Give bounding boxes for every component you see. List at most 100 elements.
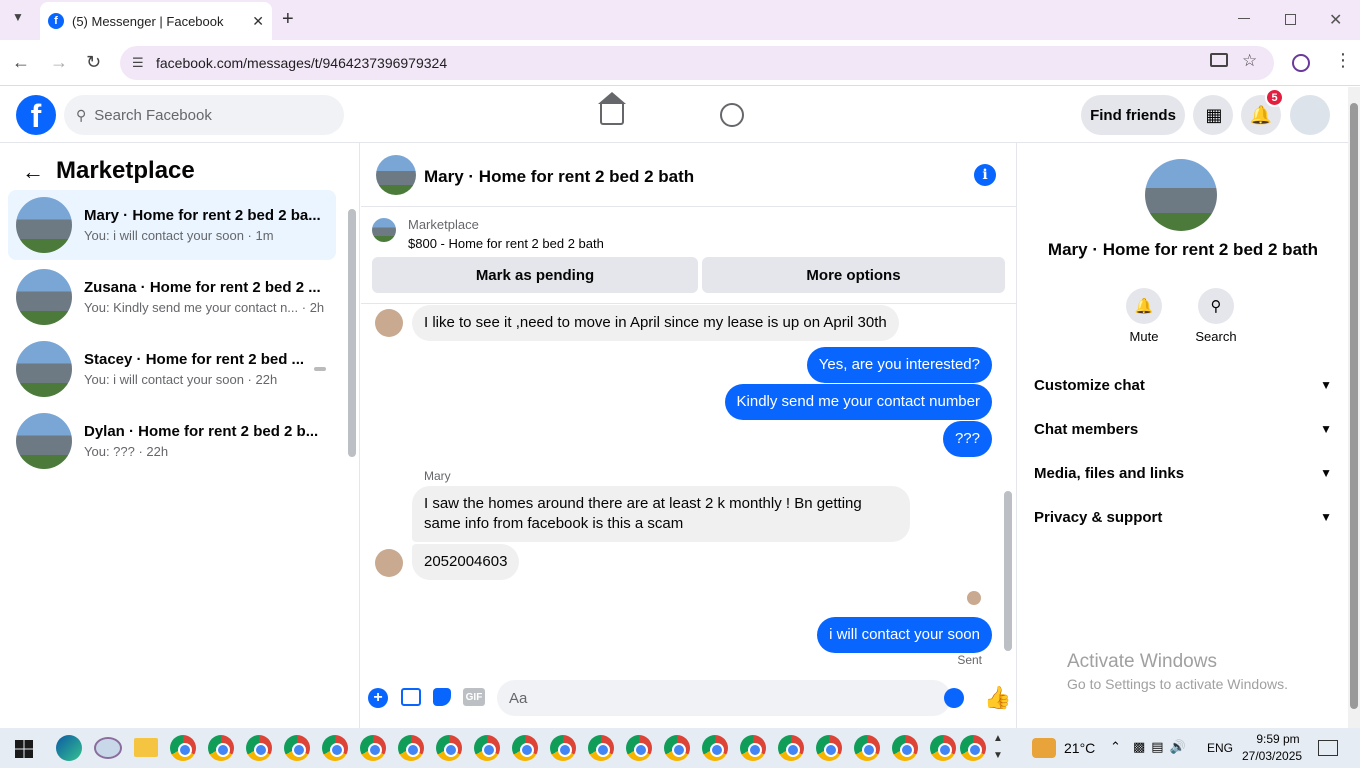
install-app-icon[interactable] [1210, 53, 1228, 67]
account-avatar[interactable] [1290, 95, 1330, 135]
chrome-icon[interactable] [626, 735, 652, 761]
sticker-icon[interactable] [433, 688, 451, 706]
language-indicator[interactable]: ENG [1207, 741, 1233, 755]
conversation-item[interactable]: Zusana · Home for rent 2 bed 2 ... You: … [8, 262, 336, 332]
chrome-icon[interactable] [960, 735, 986, 761]
chrome-icon[interactable] [930, 735, 956, 761]
paint-icon[interactable] [94, 737, 122, 759]
outgoing-message[interactable]: i will contact your soon [817, 617, 992, 653]
find-friends-button[interactable]: Find friends [1081, 95, 1185, 135]
accordion-media-files[interactable]: Media, files and links ▼ [1034, 451, 1332, 495]
chrome-icon[interactable] [778, 735, 804, 761]
chrome-icon[interactable] [740, 735, 766, 761]
groups-icon[interactable] [720, 103, 744, 127]
list-scrollbar[interactable] [348, 209, 356, 457]
outgoing-message[interactable]: ??? [942, 421, 992, 457]
reload-icon[interactable]: ↻ [86, 52, 101, 73]
home-icon[interactable] [600, 103, 624, 125]
facebook-logo[interactable]: f [16, 95, 56, 135]
clock-date[interactable]: 27/03/2025 [1242, 749, 1302, 763]
accordion-customize-chat[interactable]: Customize chat ▼ [1034, 363, 1332, 407]
home-roof-icon [598, 92, 626, 104]
edge-icon[interactable] [56, 735, 82, 761]
chrome-icon[interactable] [816, 735, 842, 761]
more-options-button[interactable]: More options [702, 257, 1005, 293]
listing-title[interactable]: $800 - Home for rent 2 bed 2 bath [408, 236, 604, 251]
house-avatar [16, 341, 72, 397]
notification-center-icon[interactable] [1318, 740, 1338, 756]
page-scrollbar[interactable] [1348, 87, 1360, 728]
weather-icon[interactable] [1032, 738, 1056, 758]
bookmark-star-icon[interactable]: ☆ [1242, 51, 1257, 71]
chrome-icon[interactable] [208, 735, 234, 761]
accordion-chat-members[interactable]: Chat members ▼ [1034, 407, 1332, 451]
windows-start-icon[interactable] [15, 740, 33, 758]
browser-tab[interactable]: f (5) Messenger | Facebook ✕ [40, 2, 272, 40]
mute-button[interactable]: 🔔 [1126, 288, 1162, 324]
gif-icon[interactable]: GIF [463, 688, 485, 706]
url-field[interactable]: ☰ facebook.com/messages/t/94642373969793… [120, 46, 1274, 80]
conversation-item[interactable]: Mary · Home for rent 2 bed 2 ba... You: … [8, 190, 336, 260]
info-icon[interactable]: i [974, 164, 996, 186]
profile-icon[interactable] [1292, 54, 1310, 72]
tab-list-icon[interactable]: ▼ [12, 10, 24, 24]
chat-scrollbar[interactable] [1004, 491, 1012, 651]
incoming-message[interactable]: I saw the homes around there are at leas… [412, 486, 910, 542]
outgoing-message[interactable]: Kindly send me your contact number [724, 384, 992, 420]
menu-grid-button[interactable]: ▦ [1193, 95, 1233, 135]
taskbar-scroll-arrows[interactable]: ▲ ▼ [993, 730, 1003, 764]
weather-temp[interactable]: 21°C [1064, 740, 1095, 756]
chrome-icon[interactable] [702, 735, 728, 761]
forward-icon[interactable]: → [50, 52, 68, 73]
plus-icon[interactable]: + [368, 688, 388, 708]
profile-avatar[interactable] [1145, 159, 1217, 231]
chrome-icon[interactable] [436, 735, 462, 761]
outgoing-message[interactable]: Yes, are you interested? [806, 347, 992, 383]
close-tab-icon[interactable]: ✕ [252, 13, 264, 30]
file-explorer-icon[interactable] [134, 738, 158, 757]
chrome-icon[interactable] [512, 735, 538, 761]
site-info-icon[interactable]: ☰ [132, 55, 144, 71]
browser-menu-icon[interactable]: ⋮ [1334, 50, 1352, 71]
page-scroll-thumb[interactable] [1350, 103, 1358, 709]
chat-header: Mary · Home for rent 2 bed 2 bath i [361, 143, 1017, 207]
photo-icon[interactable] [401, 688, 421, 706]
emoji-icon[interactable] [944, 688, 964, 708]
chrome-icon[interactable] [246, 735, 272, 761]
chrome-icon[interactable] [170, 735, 196, 761]
incoming-message[interactable]: I like to see it ,need to move in April … [412, 305, 899, 341]
accordion-privacy-support[interactable]: Privacy & support ▼ [1034, 495, 1332, 539]
more-dots-icon[interactable] [314, 367, 326, 371]
new-tab-button[interactable]: + [282, 8, 294, 31]
back-arrow-icon[interactable]: ← [22, 159, 44, 185]
chrome-icon[interactable] [854, 735, 880, 761]
restore-icon[interactable] [1285, 14, 1296, 25]
mark-as-pending-button[interactable]: Mark as pending [372, 257, 698, 293]
chrome-icon[interactable] [284, 735, 310, 761]
conversation-item[interactable]: Stacey · Home for rent 2 bed ... You: i … [8, 334, 336, 404]
chrome-icon[interactable] [588, 735, 614, 761]
chat-title[interactable]: Mary · Home for rent 2 bed 2 bath [424, 167, 694, 187]
search-chat-button[interactable]: ⚲ [1198, 288, 1234, 324]
close-window-icon[interactable]: ✕ [1329, 10, 1342, 30]
chrome-icon[interactable] [550, 735, 576, 761]
incoming-message[interactable]: 2052004603 [412, 544, 520, 580]
chrome-icon[interactable] [322, 735, 348, 761]
chrome-icon[interactable] [664, 735, 690, 761]
chrome-icon[interactable] [474, 735, 500, 761]
chrome-icon[interactable] [360, 735, 386, 761]
tray-chevron-up-icon[interactable]: ⌃ [1110, 739, 1121, 755]
back-icon[interactable]: ← [12, 52, 30, 73]
clock-time[interactable]: 9:59 pm [1250, 732, 1306, 746]
conversation-item[interactable]: Dylan · Home for rent 2 bed 2 b... You: … [8, 406, 336, 476]
browser-tab-bar: ▼ f (5) Messenger | Facebook ✕ + ✕ [0, 0, 1360, 40]
chrome-icon[interactable] [892, 735, 918, 761]
chat-avatar[interactable] [376, 155, 416, 195]
composer: + GIF Aa 👍 [361, 679, 1017, 719]
minimize-icon[interactable] [1238, 18, 1250, 19]
tray-icons[interactable]: ▩▤🔊 [1133, 739, 1192, 755]
search-facebook-input[interactable]: ⚲ Search Facebook [64, 95, 344, 135]
thumbs-up-icon[interactable]: 👍 [984, 685, 1011, 711]
chrome-icon[interactable] [398, 735, 424, 761]
message-input[interactable]: Aa [497, 680, 951, 716]
